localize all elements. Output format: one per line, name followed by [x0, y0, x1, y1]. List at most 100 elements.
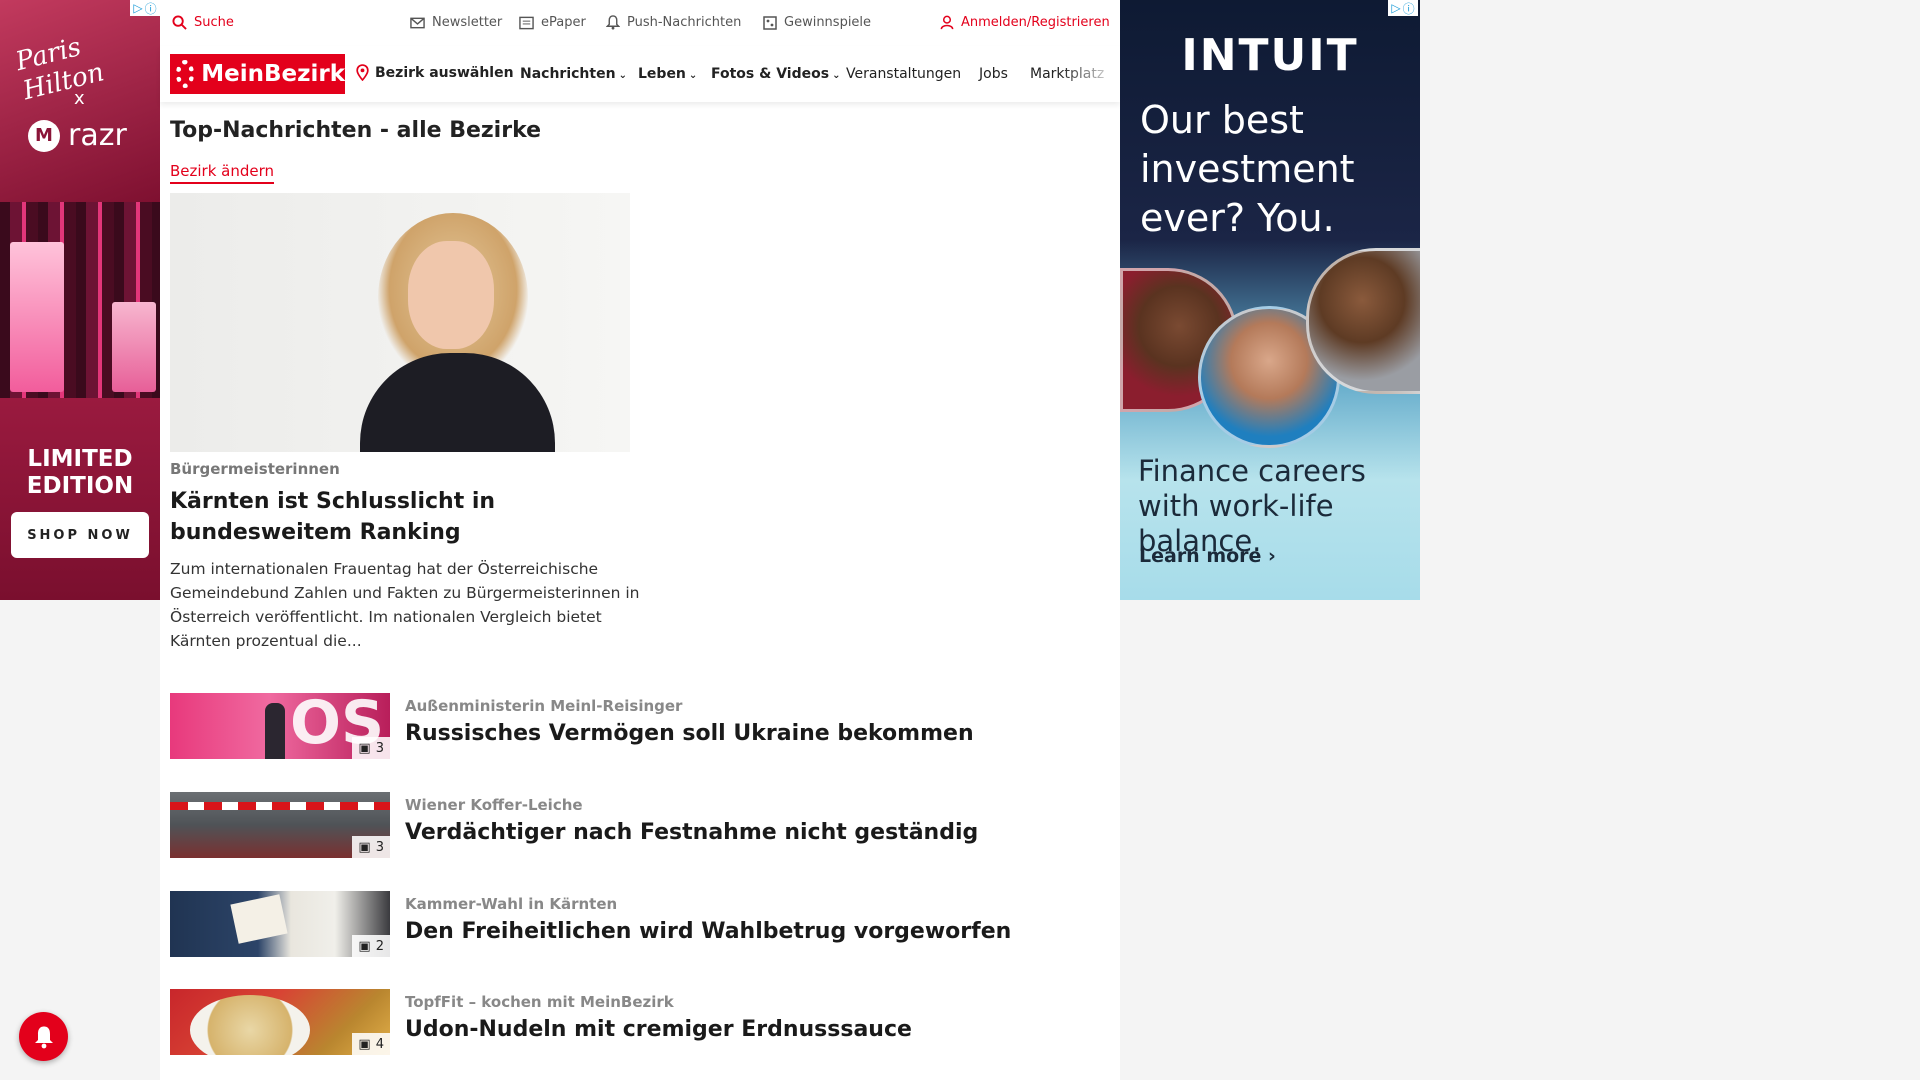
main-navigation: MeinBezirk Bezirk auswählen Nachrichten ⌄… — [160, 46, 1120, 102]
top-utility-bar: Suche Newsletter ePaper Push-Nachrichten… — [160, 0, 1120, 46]
search-label: Suche — [194, 15, 234, 30]
article-title[interactable]: Russisches Vermögen soll Ukraine bekomme… — [405, 721, 974, 746]
chevron-down-icon: ⌄ — [618, 70, 627, 81]
meinbezirk-logo[interactable]: MeinBezirk — [170, 54, 345, 94]
hero-article-image[interactable] — [170, 193, 630, 452]
main-column: Suche Newsletter ePaper Push-Nachrichten… — [160, 0, 1120, 1080]
article-thumbnail: ▣ 2 — [170, 891, 390, 957]
ad-box-image — [112, 302, 156, 392]
photo-count-badge: ▣ 3 — [352, 836, 390, 858]
user-icon — [940, 15, 954, 30]
ad-limited-line2: EDITION — [26, 473, 134, 499]
login-label: Anmelden/Registrieren — [961, 15, 1110, 30]
notification-bell-button[interactable] — [19, 1012, 68, 1061]
photo-count-badge: ▣ 4 — [352, 1033, 390, 1055]
nav-fotos-label: Fotos & Videos — [711, 66, 830, 82]
photo-count-badge: ▣ 2 — [352, 935, 390, 957]
gewinnspiele-label: Gewinnspiele — [784, 15, 872, 30]
article-row[interactable]: ▣ 3 Wiener Koffer-Leiche Verdächtiger nac… — [170, 792, 1070, 860]
thumb-ballot — [230, 894, 288, 944]
article-kicker: TopfFit – kochen mit MeinBezirk — [405, 993, 674, 1011]
ad-top-panel: Paris Hilton x M razr — [0, 0, 160, 202]
login-link[interactable]: Anmelden/Registrieren — [940, 15, 1110, 30]
article-thumbnail: ▣ 4 — [170, 989, 390, 1055]
epaper-link[interactable]: ePaper — [519, 15, 586, 30]
shop-now-button[interactable]: SHOP NOW — [11, 512, 149, 558]
ad-brand-logo: M razr — [28, 118, 127, 153]
bell-icon — [34, 1026, 53, 1048]
learn-more-link[interactable]: Learn more › — [1139, 545, 1276, 567]
chevron-down-icon: ⌄ — [688, 70, 698, 81]
logo-flower-icon — [176, 60, 195, 88]
thumb-noodle-bowl — [190, 995, 310, 1055]
nav-nachrichten[interactable]: Nachrichten ⌄ — [520, 66, 627, 82]
article-row[interactable]: ▣ 4 TopfFit – kochen mit MeinBezirk Udon-… — [170, 989, 1070, 1057]
gallery-icon: ▣ — [358, 839, 371, 855]
article-row[interactable]: ▣ 2 Kammer-Wahl in Kärnten Den Freiheitli… — [170, 891, 1070, 959]
search-link[interactable]: Suche — [172, 15, 234, 30]
ad-choices-badge[interactable]: ▷ ⓘ — [130, 0, 160, 16]
article-title[interactable]: Verdächtiger nach Festnahme nicht gestän… — [405, 820, 978, 845]
motorola-logo-icon: M — [28, 119, 60, 152]
article-kicker: Wiener Koffer-Leiche — [405, 796, 583, 814]
article-title[interactable]: Udon-Nudeln mit cremiger Erdnusssauce — [405, 1017, 912, 1042]
search-icon — [172, 15, 187, 30]
article-thumbnail: ▣ 3 — [170, 792, 390, 858]
photo-count: 3 — [375, 740, 384, 756]
nav-nachrichten-label: Nachrichten — [520, 66, 616, 82]
article-title[interactable]: Den Freiheitlichen wird Wahlbetrug vorge… — [405, 919, 1011, 944]
epaper-label: ePaper — [541, 15, 586, 30]
article-kicker: Kammer-Wahl in Kärnten — [405, 895, 618, 913]
nav-jobs[interactable]: Jobs — [979, 66, 1008, 82]
ad-choices-badge[interactable]: ▷ ⓘ — [1388, 0, 1418, 16]
gallery-icon: ▣ — [358, 740, 371, 756]
intuit-logo: INTUIT — [1181, 30, 1359, 81]
article-row[interactable]: OS ▣ 3 Außenministerin Meinl-Reisinger Ru… — [170, 693, 1070, 761]
nav-scroll-fade — [1060, 56, 1120, 96]
chevron-down-icon: ⌄ — [832, 70, 841, 81]
change-district-link[interactable]: Bezirk ändern — [170, 162, 275, 184]
nav-fotos-videos[interactable]: Fotos & Videos ⌄ — [711, 66, 840, 82]
push-notifications-link[interactable]: Push-Nachrichten — [606, 15, 741, 30]
bezirk-selector[interactable]: Bezirk auswählen — [356, 64, 514, 81]
ad-brand-text: razr — [68, 118, 127, 153]
nav-leben[interactable]: Leben ⌄ — [638, 66, 697, 82]
thumb-figure — [265, 703, 285, 759]
photo-count-badge: ▣ 3 — [352, 737, 390, 759]
envelope-icon — [410, 17, 425, 28]
play-triangle-icon: ▷ — [133, 1, 143, 15]
article-thumbnail: OS ▣ 3 — [170, 693, 390, 759]
photo-count: 3 — [375, 839, 384, 855]
play-triangle-icon: ▷ — [1391, 1, 1401, 15]
thumb-police-tape — [170, 802, 390, 810]
left-advertisement[interactable]: Paris Hilton x M razr LIMITED EDITION SH… — [0, 0, 160, 600]
nav-leben-label: Leben — [638, 66, 686, 82]
ad-product-image — [0, 202, 160, 398]
ad-limited-edition: LIMITED EDITION — [0, 446, 160, 500]
gallery-icon: ▣ — [358, 938, 371, 954]
ad-subline: Finance careers with work-life balance. — [1138, 454, 1366, 558]
gift-icon — [763, 15, 777, 30]
portrait-body — [360, 353, 555, 452]
ad-collab-x: x — [74, 88, 85, 109]
ad-phone-image — [10, 242, 64, 392]
hero-title[interactable]: Kärnten ist Schlusslicht in bundesweitem… — [170, 486, 610, 548]
bell-icon — [606, 15, 620, 30]
right-advertisement[interactable]: INTUIT Our best investment ever? You. Fi… — [1120, 0, 1420, 600]
gewinnspiele-link[interactable]: Gewinnspiele — [763, 15, 871, 30]
newsletter-link[interactable]: Newsletter — [410, 15, 502, 30]
ad-limited-line1: LIMITED — [27, 446, 133, 472]
photo-count: 4 — [375, 1036, 384, 1052]
newsletter-label: Newsletter — [432, 15, 503, 30]
info-icon: ⓘ — [1402, 1, 1415, 16]
info-icon: ⓘ — [144, 1, 157, 16]
hero-kicker: Bürgermeisterinnen — [170, 460, 340, 478]
logo-text: MeinBezirk — [201, 61, 345, 87]
gallery-icon: ▣ — [358, 1036, 371, 1052]
bezirk-label: Bezirk auswählen — [375, 64, 514, 81]
page-title: Top-Nachrichten - alle Bezirke — [170, 118, 542, 143]
ad-signature: Paris Hilton — [12, 32, 108, 107]
nav-veranstaltungen[interactable]: Veranstaltungen — [846, 66, 961, 82]
ad-headline: Our best investment ever? You. — [1140, 98, 1355, 240]
photo-count: 2 — [375, 938, 384, 954]
